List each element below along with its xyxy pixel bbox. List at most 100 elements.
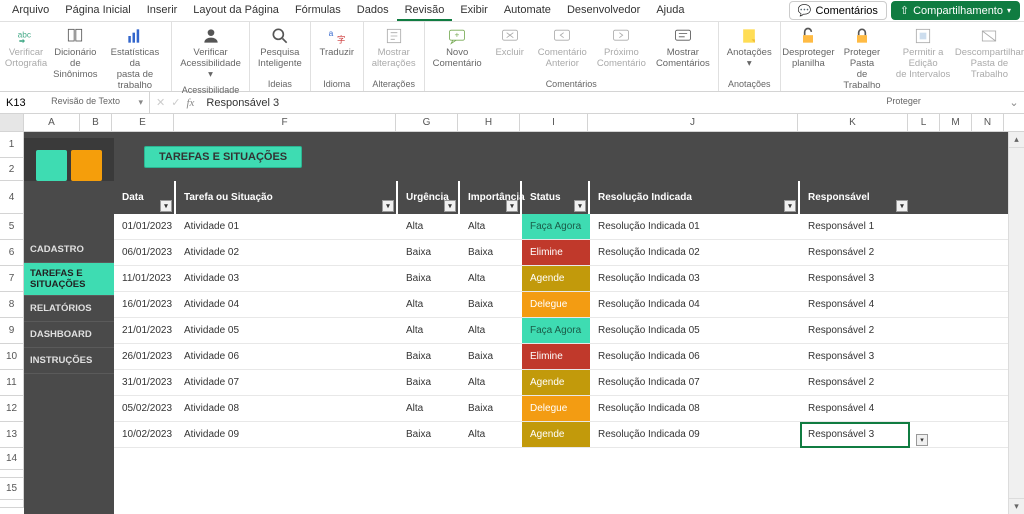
- filter-dropdown-icon[interactable]: ▾: [916, 434, 928, 446]
- cell-resol[interactable]: Resolução Indicada 01: [590, 214, 800, 239]
- cell-data[interactable]: 10/02/2023: [114, 422, 176, 447]
- ribbon-novo-button[interactable]: +NovoComentário: [429, 24, 486, 72]
- fx-icon[interactable]: fx: [186, 97, 194, 109]
- select-all-corner[interactable]: [0, 114, 24, 131]
- ribbon-proteger-pasta-button[interactable]: Proteger Pastade Trabalho: [834, 24, 890, 94]
- cell-imp[interactable]: Alta: [460, 370, 522, 395]
- filter-dropdown-icon[interactable]: ▾: [160, 200, 172, 212]
- cell-urg[interactable]: Alta: [398, 318, 460, 343]
- cell-tarefa[interactable]: Atividade 08: [176, 396, 398, 421]
- col-header-I[interactable]: I: [520, 114, 588, 131]
- menu-revisão[interactable]: Revisão: [397, 1, 453, 21]
- col-status[interactable]: Status▾: [522, 181, 590, 214]
- cell-status[interactable]: Elimine: [522, 344, 590, 369]
- cell-resp[interactable]: Responsável 3: [800, 344, 910, 369]
- table-row[interactable]: 16/01/2023Atividade 04AltaBaixaDelegue Re…: [114, 292, 1024, 318]
- menu-inserir[interactable]: Inserir: [139, 1, 186, 21]
- col-header-F[interactable]: F: [174, 114, 396, 131]
- cell-resol[interactable]: Resolução Indicada 07: [590, 370, 800, 395]
- cell-imp[interactable]: Baixa: [460, 344, 522, 369]
- ribbon-anotações-▾-button[interactable]: Anotações ▾: [723, 24, 776, 72]
- cell-resol[interactable]: Resolução Indicada 02: [590, 240, 800, 265]
- cell-resp[interactable]: Responsável 4: [800, 396, 910, 421]
- compartilhamento-button[interactable]: ⇧ Compartilhamento ▾: [891, 1, 1020, 20]
- filter-dropdown-icon[interactable]: ▾: [784, 200, 796, 212]
- chevron-down-icon[interactable]: ▾: [138, 97, 143, 108]
- cell-urg[interactable]: Alta: [398, 214, 460, 239]
- sidebar-item-instruções[interactable]: INSTRUÇÕES: [24, 348, 114, 374]
- cell-data[interactable]: 31/01/2023: [114, 370, 176, 395]
- cell-resp[interactable]: Responsável 2: [800, 318, 910, 343]
- cell-tarefa[interactable]: Atividade 01: [176, 214, 398, 239]
- cell-tarefa[interactable]: Atividade 03: [176, 266, 398, 291]
- row-header-8[interactable]: 8: [0, 292, 24, 318]
- filter-dropdown-icon[interactable]: ▾: [382, 200, 394, 212]
- cell-tarefa[interactable]: Atividade 06: [176, 344, 398, 369]
- row-header-7[interactable]: 7: [0, 266, 24, 292]
- table-row[interactable]: 01/01/2023Atividade 01AltaAltaFaça Agora…: [114, 214, 1024, 240]
- col-data[interactable]: Data▾: [114, 181, 176, 214]
- cell-imp[interactable]: Alta: [460, 318, 522, 343]
- row-header-9[interactable]: 9: [0, 318, 24, 344]
- table-row[interactable]: 26/01/2023Atividade 06BaixaBaixaElimineR…: [114, 344, 1024, 370]
- menu-fórmulas[interactable]: Fórmulas: [287, 1, 349, 21]
- table-row[interactable]: 10/02/2023Atividade 09BaixaAltaAgendeRes…: [114, 422, 1024, 448]
- col-header-L[interactable]: L: [908, 114, 940, 131]
- cell-resp[interactable]: Responsável 3: [800, 422, 910, 447]
- cell-resol[interactable]: Resolução Indicada 03: [590, 266, 800, 291]
- comentarios-button[interactable]: 💬 Comentários: [789, 1, 887, 20]
- cell-status[interactable]: Faça Agora: [522, 318, 590, 343]
- col-header-J[interactable]: J: [588, 114, 798, 131]
- col-header-M[interactable]: M: [940, 114, 972, 131]
- cell-resp[interactable]: Responsável 4: [800, 292, 910, 317]
- cell-tarefa[interactable]: Atividade 07: [176, 370, 398, 395]
- col-tarefa-ou-situação[interactable]: Tarefa ou Situação▾: [176, 181, 398, 214]
- filter-dropdown-icon[interactable]: ▾: [506, 200, 518, 212]
- table-row[interactable]: 11/01/2023Atividade 03BaixaAltaAgendeRes…: [114, 266, 1024, 292]
- col-header-H[interactable]: H: [458, 114, 520, 131]
- cell-status[interactable]: Delegue: [522, 396, 590, 421]
- tarefas-situacoes-button[interactable]: TAREFAS E SITUAÇÕES: [144, 146, 302, 168]
- cell-data[interactable]: 16/01/2023: [114, 292, 176, 317]
- cell-imp[interactable]: Alta: [460, 422, 522, 447]
- cell-status[interactable]: Delegue: [522, 292, 590, 317]
- cell-status[interactable]: Elimine: [522, 240, 590, 265]
- sidebar-item-cadastro[interactable]: CADASTRO: [24, 237, 114, 263]
- table-row[interactable]: 05/02/2023Atividade 08AltaBaixaDelegueRe…: [114, 396, 1024, 422]
- vertical-scrollbar[interactable]: ▴ ▾: [1008, 132, 1024, 514]
- table-row[interactable]: 21/01/2023Atividade 05AltaAltaFaça Agora…: [114, 318, 1024, 344]
- cell-data[interactable]: 11/01/2023: [114, 266, 176, 291]
- col-importância[interactable]: Importância▾: [460, 181, 522, 214]
- cell-urg[interactable]: Alta: [398, 292, 460, 317]
- cell-urg[interactable]: Alta: [398, 396, 460, 421]
- cell-imp[interactable]: Baixa: [460, 396, 522, 421]
- cell-urg[interactable]: Baixa: [398, 266, 460, 291]
- menu-página-inicial[interactable]: Página Inicial: [57, 1, 138, 21]
- col-resolução-indicada[interactable]: Resolução Indicada▾: [590, 181, 800, 214]
- row-header-12[interactable]: 12: [0, 396, 24, 422]
- cell-urg[interactable]: Baixa: [398, 240, 460, 265]
- col-header-K[interactable]: K: [798, 114, 908, 131]
- ribbon-mostrar-button[interactable]: MostrarComentários: [652, 24, 714, 72]
- col-header-A[interactable]: A: [24, 114, 80, 131]
- col-urgência[interactable]: Urgência▾: [398, 181, 460, 214]
- scroll-down-icon[interactable]: ▾: [1009, 498, 1024, 514]
- cell-status[interactable]: Agende: [522, 370, 590, 395]
- cell-tarefa[interactable]: Atividade 05: [176, 318, 398, 343]
- row-header-1[interactable]: 1: [0, 132, 24, 158]
- cell-status[interactable]: Agende: [522, 266, 590, 291]
- table-row[interactable]: 31/01/2023Atividade 07BaixaAltaAgendeRes…: [114, 370, 1024, 396]
- cell-urg[interactable]: Baixa: [398, 422, 460, 447]
- cell-data[interactable]: 21/01/2023: [114, 318, 176, 343]
- filter-dropdown-icon[interactable]: ▾: [444, 200, 456, 212]
- formula-input[interactable]: Responsável 3: [200, 97, 1008, 109]
- fx-confirm-icon[interactable]: ✓: [171, 96, 180, 109]
- menu-arquivo[interactable]: Arquivo: [4, 1, 57, 21]
- sidebar-item-tarefas-e-situações[interactable]: TAREFAS E SITUAÇÕES: [24, 263, 114, 296]
- row-header-13[interactable]: 13: [0, 422, 24, 448]
- cell-tarefa[interactable]: Atividade 04: [176, 292, 398, 317]
- cell-tarefa[interactable]: Atividade 09: [176, 422, 398, 447]
- cell-imp[interactable]: Baixa: [460, 292, 522, 317]
- row-header-[interactable]: [0, 470, 24, 478]
- cell-tarefa[interactable]: Atividade 02: [176, 240, 398, 265]
